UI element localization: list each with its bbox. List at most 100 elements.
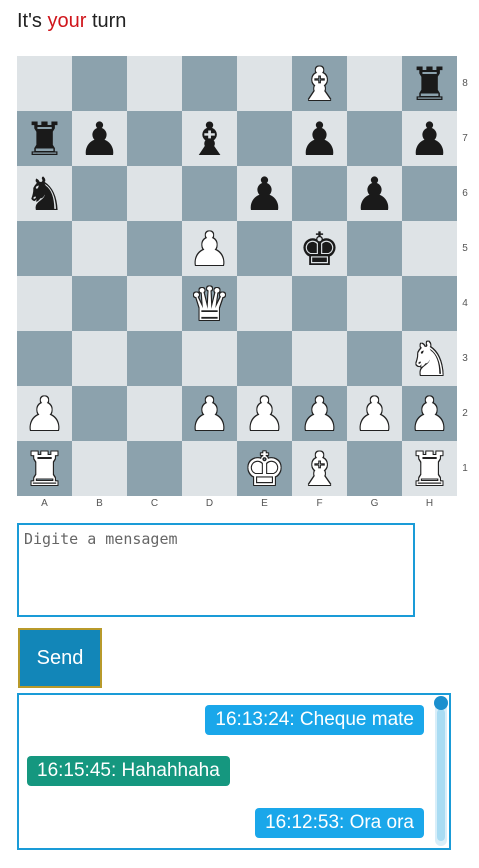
rank-label: 1 xyxy=(462,463,468,474)
square-h4[interactable] xyxy=(402,276,457,331)
chat-log[interactable]: 16:13:24: Cheque mate 16:15:45: Hahahhah… xyxy=(17,693,451,850)
square-e6[interactable]: ♟ xyxy=(237,166,292,221)
white-queen-icon[interactable]: ♛ xyxy=(189,281,230,327)
square-g3[interactable] xyxy=(347,331,402,386)
square-c4[interactable] xyxy=(127,276,182,331)
turn-highlight: your xyxy=(47,10,87,32)
square-d1[interactable] xyxy=(182,441,237,496)
square-h3[interactable]: ♞ xyxy=(402,331,457,386)
white-pawn-icon[interactable]: ♟ xyxy=(189,226,230,272)
square-c7[interactable] xyxy=(127,111,182,166)
white-pawn-icon[interactable]: ♟ xyxy=(409,391,450,437)
square-a6[interactable]: ♞ xyxy=(17,166,72,221)
white-pawn-icon[interactable]: ♟ xyxy=(354,391,395,437)
square-b7[interactable]: ♟ xyxy=(72,111,127,166)
square-f4[interactable] xyxy=(292,276,347,331)
black-king-icon[interactable]: ♚ xyxy=(299,226,340,272)
black-rook-icon[interactable]: ♜ xyxy=(409,61,450,107)
black-rook-icon[interactable]: ♜ xyxy=(24,116,65,162)
square-g4[interactable] xyxy=(347,276,402,331)
square-a7[interactable]: ♜ xyxy=(17,111,72,166)
square-h7[interactable]: ♟ xyxy=(402,111,457,166)
chat-scroll-up-handle[interactable] xyxy=(434,696,448,710)
black-bishop-icon[interactable]: ♝ xyxy=(189,116,230,162)
rank-label: 7 xyxy=(462,133,468,144)
square-g2[interactable]: ♟ xyxy=(347,386,402,441)
white-pawn-icon[interactable]: ♟ xyxy=(24,391,65,437)
square-b3[interactable] xyxy=(72,331,127,386)
square-h5[interactable] xyxy=(402,221,457,276)
square-f5[interactable]: ♚ xyxy=(292,221,347,276)
black-pawn-icon[interactable]: ♟ xyxy=(299,116,340,162)
black-pawn-icon[interactable]: ♟ xyxy=(79,116,120,162)
square-a5[interactable] xyxy=(17,221,72,276)
square-f3[interactable] xyxy=(292,331,347,386)
square-d3[interactable] xyxy=(182,331,237,386)
chat-message: 16:12:53: Ora ora xyxy=(255,808,424,838)
square-c8[interactable] xyxy=(127,56,182,111)
square-c2[interactable] xyxy=(127,386,182,441)
square-a4[interactable] xyxy=(17,276,72,331)
square-d2[interactable]: ♟ xyxy=(182,386,237,441)
square-b8[interactable] xyxy=(72,56,127,111)
white-knight-icon[interactable]: ♞ xyxy=(409,336,450,382)
white-rook-icon[interactable]: ♜ xyxy=(24,446,65,492)
white-bishop-icon[interactable]: ♝ xyxy=(299,61,340,107)
square-g7[interactable] xyxy=(347,111,402,166)
square-f7[interactable]: ♟ xyxy=(292,111,347,166)
square-b2[interactable] xyxy=(72,386,127,441)
square-a1[interactable]: ♜ xyxy=(17,441,72,496)
black-pawn-icon[interactable]: ♟ xyxy=(244,171,285,217)
white-pawn-icon[interactable]: ♟ xyxy=(189,391,230,437)
square-b6[interactable] xyxy=(72,166,127,221)
square-h8[interactable]: ♜ xyxy=(402,56,457,111)
square-b5[interactable] xyxy=(72,221,127,276)
chat-scrollbar-thumb[interactable] xyxy=(437,709,445,841)
square-f8[interactable]: ♝ xyxy=(292,56,347,111)
square-e2[interactable]: ♟ xyxy=(237,386,292,441)
square-e8[interactable] xyxy=(237,56,292,111)
square-d6[interactable] xyxy=(182,166,237,221)
send-button[interactable]: Send xyxy=(18,628,102,688)
square-f2[interactable]: ♟ xyxy=(292,386,347,441)
square-e3[interactable] xyxy=(237,331,292,386)
square-c1[interactable] xyxy=(127,441,182,496)
black-knight-icon[interactable]: ♞ xyxy=(24,171,65,217)
white-pawn-icon[interactable]: ♟ xyxy=(244,391,285,437)
square-c5[interactable] xyxy=(127,221,182,276)
square-h1[interactable]: ♜ xyxy=(402,441,457,496)
square-b1[interactable] xyxy=(72,441,127,496)
square-f1[interactable]: ♝ xyxy=(292,441,347,496)
square-g5[interactable] xyxy=(347,221,402,276)
white-bishop-icon[interactable]: ♝ xyxy=(299,446,340,492)
white-rook-icon[interactable]: ♜ xyxy=(409,446,450,492)
file-label: G xyxy=(370,498,379,509)
black-pawn-icon[interactable]: ♟ xyxy=(354,171,395,217)
square-h6[interactable] xyxy=(402,166,457,221)
square-d7[interactable]: ♝ xyxy=(182,111,237,166)
black-pawn-icon[interactable]: ♟ xyxy=(409,116,450,162)
square-a2[interactable]: ♟ xyxy=(17,386,72,441)
file-label: H xyxy=(425,498,434,509)
message-input[interactable] xyxy=(17,523,415,617)
square-d8[interactable] xyxy=(182,56,237,111)
square-g8[interactable] xyxy=(347,56,402,111)
square-a8[interactable] xyxy=(17,56,72,111)
square-a3[interactable] xyxy=(17,331,72,386)
square-e4[interactable] xyxy=(237,276,292,331)
square-c6[interactable] xyxy=(127,166,182,221)
square-f6[interactable] xyxy=(292,166,347,221)
square-g1[interactable] xyxy=(347,441,402,496)
square-d5[interactable]: ♟ xyxy=(182,221,237,276)
square-h2[interactable]: ♟ xyxy=(402,386,457,441)
square-d4[interactable]: ♛ xyxy=(182,276,237,331)
square-e5[interactable] xyxy=(237,221,292,276)
square-e1[interactable]: ♚ xyxy=(237,441,292,496)
square-b4[interactable] xyxy=(72,276,127,331)
square-c3[interactable] xyxy=(127,331,182,386)
white-pawn-icon[interactable]: ♟ xyxy=(299,391,340,437)
square-g6[interactable]: ♟ xyxy=(347,166,402,221)
turn-status: It's your turn xyxy=(17,9,126,33)
white-king-icon[interactable]: ♚ xyxy=(244,446,285,492)
square-e7[interactable] xyxy=(237,111,292,166)
